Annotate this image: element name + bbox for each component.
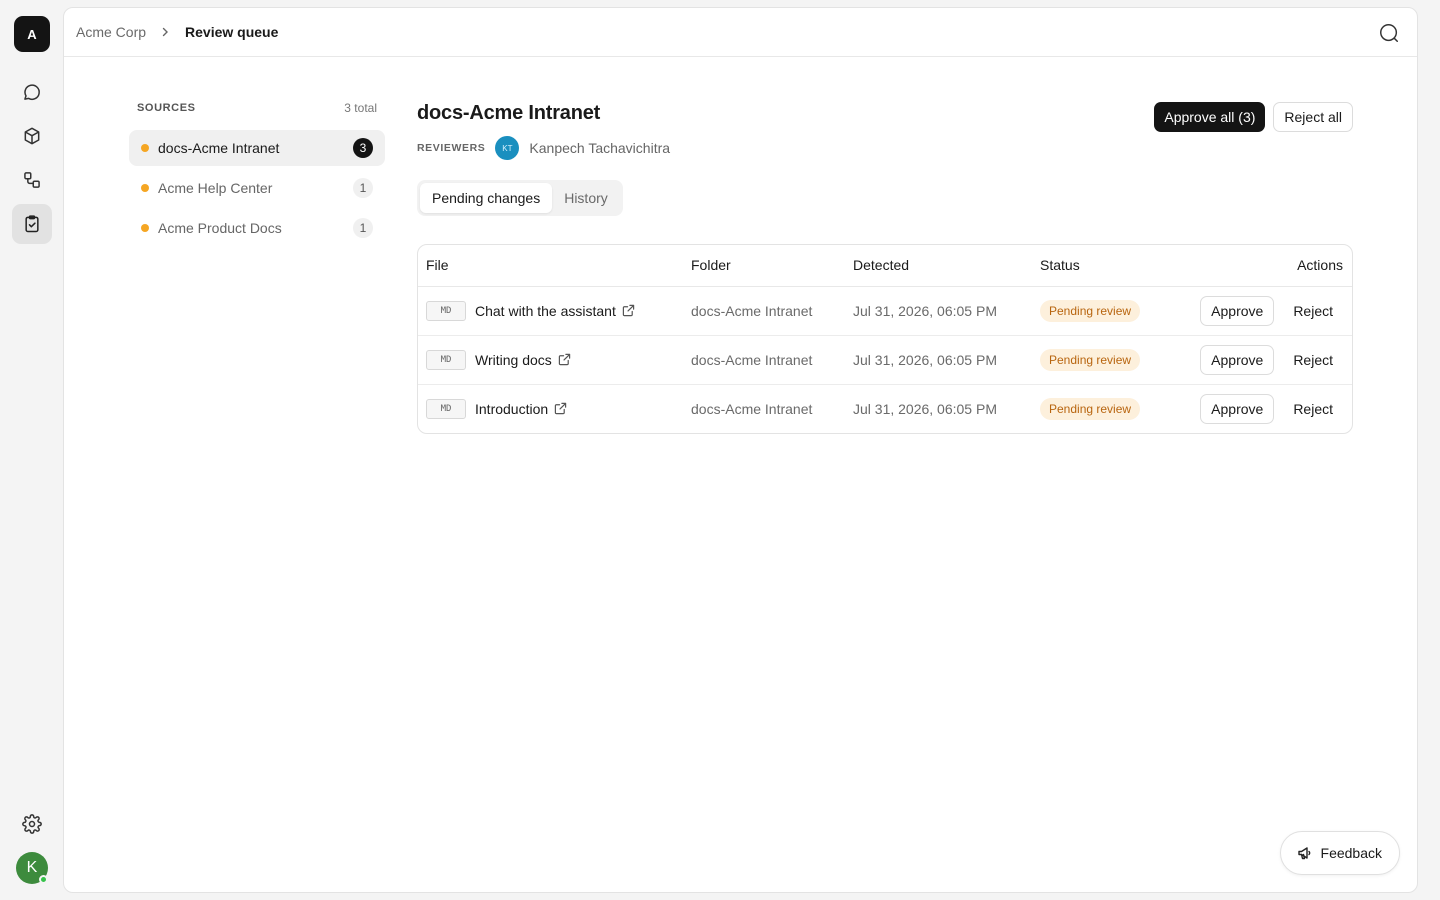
- feedback-button[interactable]: Feedback: [1279, 831, 1400, 875]
- status-badge: Pending review: [1040, 299, 1141, 322]
- detected-cell: Jul 31, 2026, 06:05 PM: [845, 286, 1032, 336]
- approve-button[interactable]: Approve: [1200, 393, 1275, 424]
- chat-nav-button[interactable]: [12, 72, 52, 112]
- approve-all-button[interactable]: Approve all (3): [1154, 102, 1266, 132]
- changes-table: File Folder Detected Status Actions MD Ch…: [417, 244, 1353, 434]
- column-header-folder: Folder: [683, 245, 845, 287]
- source-item-acme-product-docs[interactable]: Acme Product Docs 1: [129, 210, 385, 246]
- megaphone-icon: [1297, 847, 1310, 860]
- sources-header: SOURCES 3 total: [129, 98, 385, 118]
- chat-icon: [24, 84, 40, 101]
- table-row: MD Writing docs docs-Acme Intranet Jul 31…: [418, 335, 1352, 385]
- source-detail: docs-Acme Intranet REVIEWERS KT Kanpech …: [417, 98, 1353, 434]
- sources-total: 3 total: [344, 101, 377, 115]
- approve-button[interactable]: Approve: [1200, 344, 1275, 375]
- column-header-status: Status: [1032, 245, 1182, 287]
- breadcrumb-current-page: Review queue: [185, 24, 279, 40]
- breadcrumb-org[interactable]: Acme Corp: [76, 24, 146, 40]
- source-item-acme-help-center[interactable]: Acme Help Center 1: [129, 170, 385, 206]
- file-type-chip: MD: [426, 398, 466, 419]
- workflows-nav-button[interactable]: [12, 160, 52, 200]
- folder-cell: docs-Acme Intranet: [691, 400, 813, 417]
- gear-icon: [22, 814, 42, 834]
- clipboard-check-icon: [25, 215, 39, 233]
- folder-cell: docs-Acme Intranet: [683, 335, 845, 385]
- sources-title: SOURCES: [137, 102, 196, 114]
- approve-button[interactable]: Approve: [1200, 295, 1275, 326]
- status-badge: Pending review: [1040, 348, 1141, 371]
- reject-button[interactable]: Reject: [1282, 345, 1344, 375]
- external-link-icon[interactable]: [558, 353, 571, 366]
- tab-bar: Pending changes History: [417, 180, 623, 216]
- file-link[interactable]: Chat with the assistant: [475, 303, 616, 319]
- source-label: docs-Acme Intranet: [158, 140, 280, 156]
- file-link[interactable]: Introduction: [475, 401, 548, 417]
- reject-button[interactable]: Reject: [1282, 296, 1344, 326]
- source-label: Acme Product Docs: [158, 220, 282, 236]
- source-count-badge: 3: [353, 138, 373, 158]
- review-queue-nav-button[interactable]: [12, 204, 52, 244]
- reject-all-button[interactable]: Reject all: [1273, 102, 1353, 132]
- table-header-row: File Folder Detected Status Actions: [418, 245, 1352, 287]
- workflow-icon: [24, 172, 40, 188]
- column-header-actions: Actions: [1182, 245, 1352, 287]
- top-bar: Acme Corp Review queue: [64, 8, 1417, 57]
- column-header-detected: Detected: [845, 245, 1032, 287]
- tab-pending-changes[interactable]: Pending changes: [420, 183, 553, 213]
- folder-cell: docs-Acme Intranet: [683, 286, 845, 336]
- table-row: MD Chat with the assistant docs-Acme Intr…: [418, 286, 1352, 336]
- source-count-badge: 1: [353, 178, 373, 198]
- source-count-badge: 1: [353, 218, 373, 238]
- chevron-right-icon: [159, 26, 171, 38]
- sources-sidebar: SOURCES 3 total docs-Acme Intranet 3 Acm…: [129, 98, 385, 246]
- search-icon[interactable]: [1378, 22, 1400, 44]
- detected-cell: Jul 31, 2026, 06:05 PM: [845, 335, 1032, 385]
- column-header-file: File: [418, 245, 683, 287]
- external-link-icon[interactable]: [554, 402, 567, 415]
- online-status-dot: [39, 875, 48, 884]
- file-type-chip: MD: [426, 300, 466, 321]
- settings-button[interactable]: [12, 804, 52, 844]
- external-link-icon[interactable]: [622, 304, 635, 317]
- source-status-dot: [141, 144, 149, 152]
- reviewers-label: REVIEWERS: [417, 142, 486, 154]
- feedback-label: Feedback: [1320, 845, 1382, 861]
- cube-icon: [24, 127, 40, 145]
- source-status-dot: [141, 184, 149, 192]
- main-panel: Acme Corp Review queue SOURCES 3 total d…: [63, 7, 1418, 893]
- status-badge: Pending review: [1040, 397, 1141, 420]
- source-status-dot: [141, 224, 149, 232]
- source-item-docs-acme-intranet[interactable]: docs-Acme Intranet 3: [129, 130, 385, 166]
- detected-cell: Jul 31, 2026, 06:05 PM: [853, 400, 997, 417]
- user-initial: K: [26, 859, 38, 876]
- user-avatar[interactable]: K: [16, 852, 48, 884]
- file-type-chip: MD: [426, 349, 466, 370]
- source-label: Acme Help Center: [158, 180, 273, 196]
- table-row: MD Introduction docs-Acme Intranet Jul 31…: [418, 384, 1352, 433]
- reviewer-avatar: KT: [495, 136, 520, 160]
- file-link[interactable]: Writing docs: [475, 352, 552, 368]
- reject-button[interactable]: Reject: [1282, 394, 1344, 424]
- org-switcher[interactable]: A: [14, 16, 50, 52]
- reviewer-name: Kanpech Tachavichitra: [529, 140, 671, 156]
- left-rail: A K: [0, 0, 64, 900]
- knowledge-nav-button[interactable]: [12, 116, 52, 156]
- bulk-actions: Approve all (3) Reject all: [1154, 102, 1353, 132]
- reviewers-row: REVIEWERS KT Kanpech Tachavichitra: [417, 135, 1353, 161]
- tab-history[interactable]: History: [552, 183, 620, 213]
